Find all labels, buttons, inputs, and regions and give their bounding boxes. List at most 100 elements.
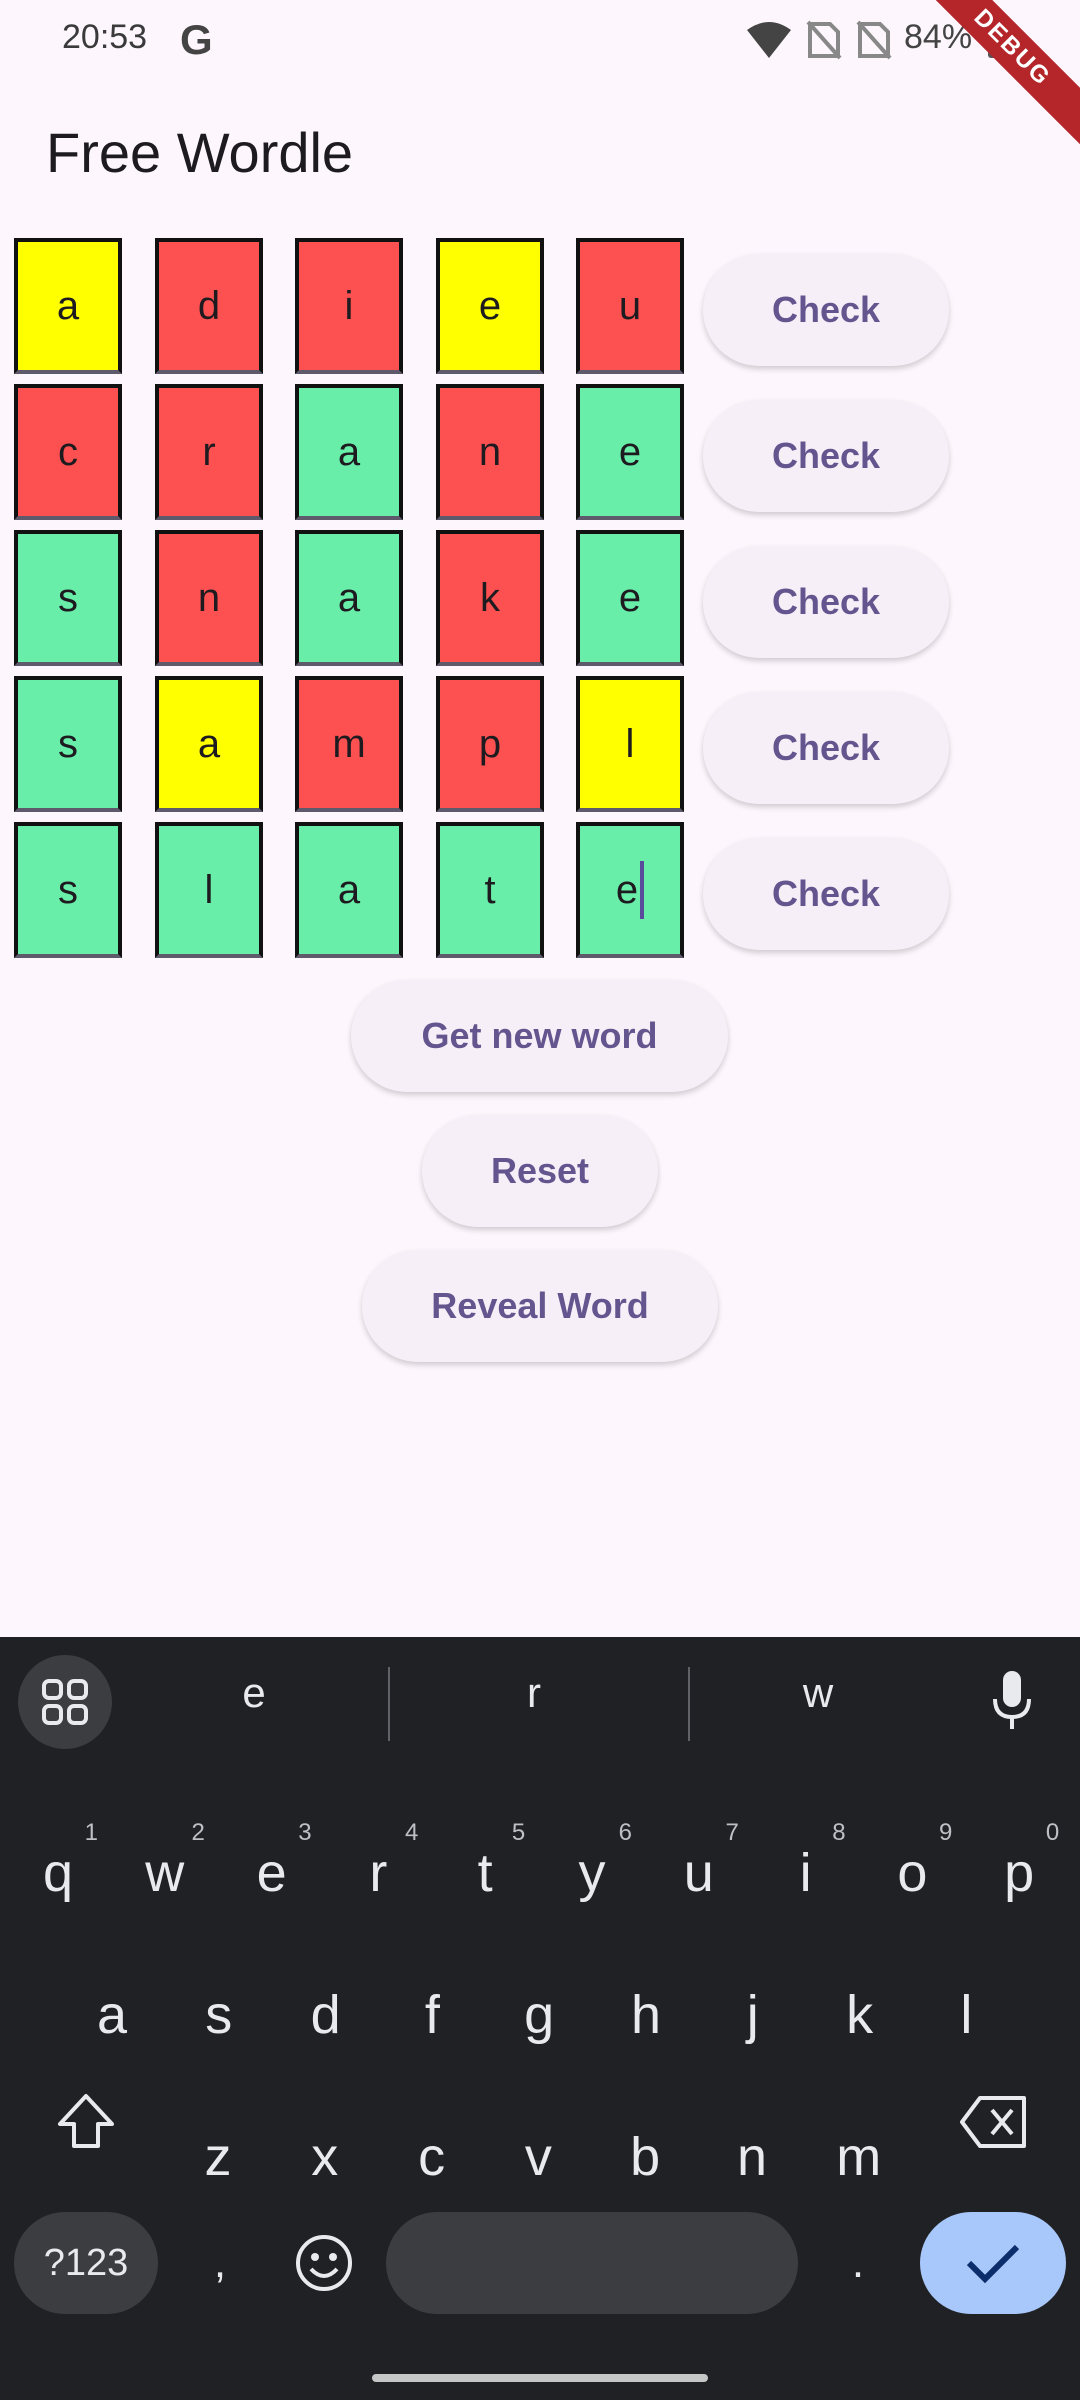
symbols-key[interactable]: ?123 — [14, 2212, 158, 2314]
key-x[interactable]: x — [273, 2097, 377, 2217]
key-number-hint: 1 — [84, 1819, 98, 1846]
key-u[interactable]: u7 — [647, 1813, 751, 1933]
key-o[interactable]: o9 — [860, 1813, 964, 1933]
letter-cell[interactable]: c — [14, 384, 122, 520]
key-c[interactable]: c — [380, 2097, 484, 2217]
guess-row-5: s l a t e Check — [0, 822, 1080, 968]
microphone-icon[interactable] — [990, 1669, 1034, 1733]
grid-icon — [42, 1679, 88, 1725]
letter-cell[interactable]: i — [295, 238, 403, 374]
key-n[interactable]: n — [700, 2097, 804, 2217]
key-q[interactable]: q1 — [6, 1813, 110, 1933]
key-v[interactable]: v — [486, 2097, 590, 2217]
letter-cell[interactable]: a — [295, 530, 403, 666]
letter-cell[interactable]: d — [155, 238, 263, 374]
key-d[interactable]: d — [274, 1955, 378, 2075]
letter-cell[interactable]: s — [14, 676, 122, 812]
key-a[interactable]: a — [60, 1955, 164, 2075]
letter-cell[interactable]: e — [436, 238, 544, 374]
letter-cell[interactable]: n — [436, 384, 544, 520]
suggestion-1[interactable]: e — [154, 1669, 354, 1717]
letter-cell[interactable]: a — [295, 822, 403, 958]
guess-row-3: s n a k e Check — [0, 530, 1080, 676]
gesture-nav-handle[interactable] — [372, 2374, 708, 2382]
key-number-hint: 4 — [405, 1819, 419, 1846]
key-m[interactable]: m — [807, 2097, 911, 2217]
text-cursor — [640, 861, 645, 919]
key-label: w — [145, 1843, 185, 1903]
wifi-icon — [747, 22, 791, 58]
key-label: p — [1004, 1843, 1035, 1903]
key-number-hint: 2 — [191, 1819, 205, 1846]
key-i[interactable]: i8 — [754, 1813, 858, 1933]
key-w[interactable]: w2 — [113, 1813, 217, 1933]
enter-key[interactable] — [920, 2212, 1066, 2314]
check-button[interactable]: Check — [703, 838, 949, 950]
key-s[interactable]: s — [167, 1955, 271, 2075]
letter-cell[interactable]: u — [576, 238, 684, 374]
letter-cell[interactable]: k — [436, 530, 544, 666]
letter-cell[interactable]: p — [436, 676, 544, 812]
letter-cell[interactable]: l — [576, 676, 684, 812]
key-r[interactable]: r4 — [326, 1813, 430, 1933]
key-z[interactable]: z — [166, 2097, 270, 2217]
key-l[interactable]: l — [914, 1955, 1018, 2075]
letter-cell-active[interactable]: e — [576, 822, 684, 958]
keyboard-apps-button[interactable] — [18, 1655, 112, 1749]
google-icon: G — [180, 16, 213, 63]
letter-cell[interactable]: s — [14, 822, 122, 958]
letter-cell[interactable]: a — [155, 676, 263, 812]
key-b[interactable]: b — [593, 2097, 697, 2217]
suggestion-3[interactable]: w — [718, 1669, 918, 1717]
suggestion-2[interactable]: r — [434, 1669, 634, 1717]
key-h[interactable]: h — [594, 1955, 698, 2075]
key-label: e — [256, 1843, 287, 1903]
letter-cell[interactable]: n — [155, 530, 263, 666]
key-p[interactable]: p0 — [967, 1813, 1071, 1933]
key-y[interactable]: y6 — [540, 1813, 644, 1933]
status-time: 20:53 — [62, 18, 148, 56]
backspace-key[interactable] — [942, 2062, 1046, 2182]
key-label: y — [578, 1843, 606, 1903]
check-button[interactable]: Check — [703, 400, 949, 512]
letter-cell[interactable]: r — [155, 384, 263, 520]
check-button[interactable]: Check — [703, 546, 949, 658]
key-j[interactable]: j — [701, 1955, 805, 2075]
key-f[interactable]: f — [380, 1955, 484, 2075]
key-e[interactable]: e3 — [220, 1813, 324, 1933]
soft-keyboard: e r w q1w2e3r4t5y6u7i8o9p0 asdfghjkl zxc… — [0, 1637, 1080, 2400]
shift-key[interactable] — [34, 2062, 138, 2182]
reveal-word-button[interactable]: Reveal Word — [362, 1250, 718, 1362]
letter-cell[interactable]: a — [14, 238, 122, 374]
letter-cell[interactable]: a — [295, 384, 403, 520]
key-t[interactable]: t5 — [433, 1813, 537, 1933]
letter-cell[interactable]: l — [155, 822, 263, 958]
letter-cell[interactable]: e — [576, 530, 684, 666]
check-button[interactable]: Check — [703, 254, 949, 366]
guess-row-1: a d i e u Check — [0, 238, 1080, 384]
letter-cell[interactable]: e — [576, 384, 684, 520]
letter-cell[interactable]: s — [14, 530, 122, 666]
check-button[interactable]: Check — [703, 692, 949, 804]
period-key[interactable]: . — [806, 2203, 910, 2323]
key-k[interactable]: k — [808, 1955, 912, 2075]
no-sim-icon — [806, 20, 842, 60]
key-number-hint: 5 — [511, 1819, 526, 1846]
reset-button[interactable]: Reset — [422, 1115, 658, 1227]
key-g[interactable]: g — [487, 1955, 591, 2075]
key-number-hint: 3 — [298, 1819, 312, 1846]
guess-grid: a d i e u Check c r a n e Check s n a k … — [0, 238, 1080, 968]
letter-cell[interactable]: t — [436, 822, 544, 958]
guess-row-2: c r a n e Check — [0, 384, 1080, 530]
key-number-hint: 6 — [618, 1819, 632, 1846]
comma-key[interactable]: , — [168, 2203, 272, 2323]
letter-text: e — [615, 867, 639, 912]
get-new-word-button[interactable]: Get new word — [351, 980, 728, 1092]
checkmark-icon — [966, 2244, 1020, 2284]
emoji-key[interactable] — [272, 2203, 376, 2323]
space-key[interactable] — [386, 2212, 798, 2314]
letter-cell[interactable]: m — [295, 676, 403, 812]
key-label: o — [897, 1843, 928, 1903]
key-label: t — [477, 1843, 493, 1903]
key-number-hint: 9 — [939, 1819, 953, 1846]
